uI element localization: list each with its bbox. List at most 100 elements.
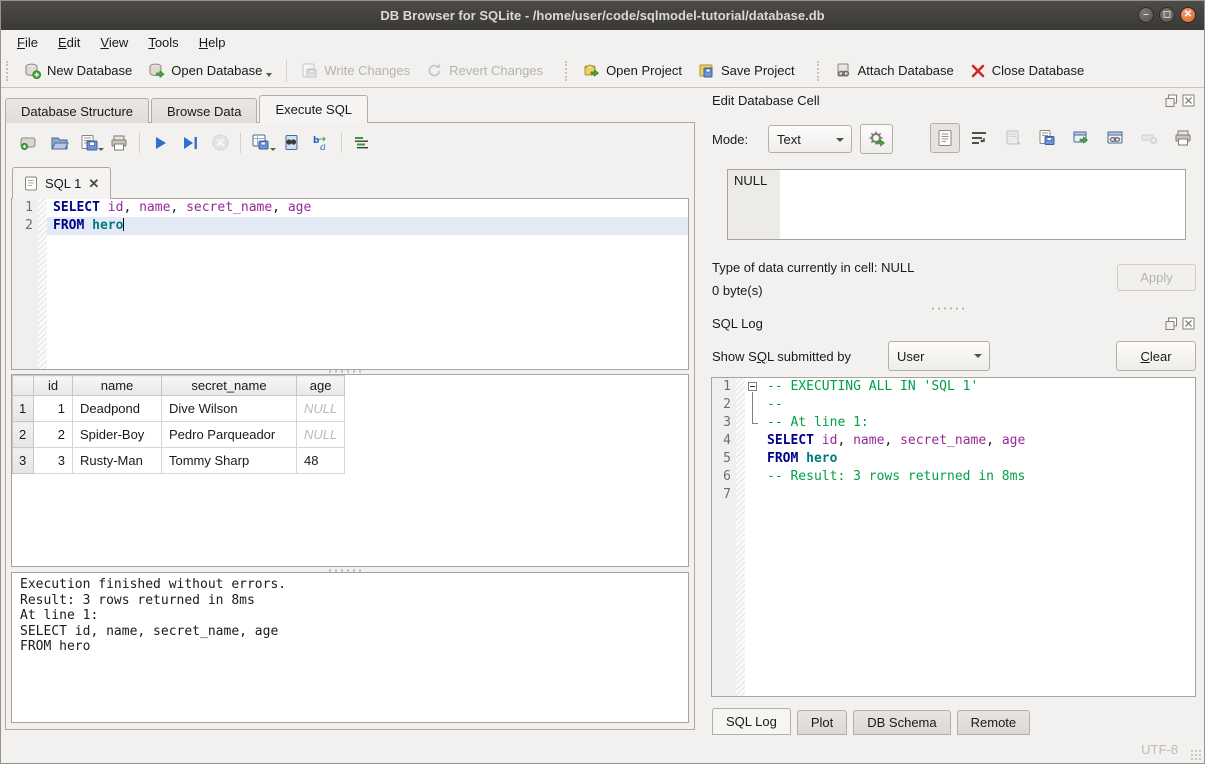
results-header-row[interactable]: idnamesecret_nameage [13,376,345,396]
mode-label: Mode: [712,132,748,147]
window-controls: – ◻ ✕ [1138,7,1196,23]
log-filter-select[interactable]: User [888,341,990,371]
edit-cell-toolbar [930,123,1198,153]
menu-help[interactable]: Help [189,32,236,53]
results-body[interactable]: 11DeadpondDive WilsonNULL22Spider-BoyPed… [13,396,345,474]
sql-toolbar-separator [341,133,342,153]
attach-database-button[interactable]: Attach Database [827,57,962,84]
menu-edit[interactable]: Edit [48,32,90,53]
execute-sql-panel: ba SQL 1 ✕ 12 SELECT id, name, secret_na… [5,122,695,730]
stop-icon [211,133,230,152]
format-sql-button[interactable] [347,129,377,156]
tab-execute-sql[interactable]: Execute SQL [259,95,368,123]
import-gear-icon [868,130,886,148]
menu-tools[interactable]: Tools [138,32,188,53]
tab-remote[interactable]: Remote [957,710,1031,735]
open-database-label: Open Database [171,63,262,78]
clear-log-label: Clear [1140,349,1171,364]
sql-editor-tab[interactable]: SQL 1 ✕ [12,167,111,199]
tab-plot[interactable]: Plot [797,710,847,735]
toolbar-drag-handle[interactable] [817,61,822,81]
editor-code-area[interactable]: SELECT id, name, secret_name, ageFROM he… [47,199,688,369]
save-as-icon [1038,129,1057,147]
tab-browse-data[interactable]: Browse Data [151,98,257,123]
toolbar-drag-handle[interactable] [565,61,570,81]
svg-text:a: a [320,142,326,152]
write-changes-button: Write Changes [293,57,418,84]
close-dock-icon[interactable] [1182,94,1195,107]
tab-sql-log[interactable]: SQL Log [712,708,791,735]
execute-current-line-button[interactable] [175,129,205,156]
stop-execution-button [205,129,235,156]
close-dock-icon[interactable] [1182,317,1195,330]
word-wrap-button[interactable] [964,123,994,153]
execute-all-icon [151,134,169,152]
word-wrap-icon [970,130,988,146]
log-filter-label: Show SQL submitted by [712,349,851,364]
link-icon [1106,129,1125,147]
close-sql-tab-icon[interactable]: ✕ [88,176,99,192]
menu-file[interactable]: File [7,32,48,53]
cell-value-editor[interactable]: NULL [727,169,1186,240]
revert-changes-button: Revert Changes [418,57,551,84]
close-icon[interactable]: ✕ [1180,7,1196,23]
sql-editor-tab-label: SQL 1 [45,176,81,191]
attach-database-label: Attach Database [858,63,954,78]
replace-icon: ba [311,134,331,152]
close-database-button[interactable]: Close Database [962,58,1093,84]
import-file-button [998,123,1028,153]
float-dock-icon[interactable] [1165,94,1178,107]
new-database-button[interactable]: New Database [16,57,140,84]
results-table[interactable]: idnamesecret_nameage 11DeadpondDive Wils… [12,375,345,474]
title-bar[interactable]: DB Browser for SQLite - /home/user/code/… [0,0,1205,30]
float-dock-icon[interactable] [1165,317,1178,330]
open-database-dropdown-icon[interactable] [266,73,272,77]
tab-db-schema[interactable]: DB Schema [853,710,950,735]
open-database-button[interactable]: Open Database [140,57,280,84]
open-database-icon [148,62,165,79]
toolbar-drag-handle[interactable] [6,61,11,81]
open-in-external-button[interactable] [1066,123,1096,153]
sql-editor[interactable]: 12 SELECT id, name, secret_name, ageFROM… [11,198,689,370]
execution-message-text: Execution finished without errors. Resul… [20,577,680,655]
find-icon [282,134,301,152]
save-sql-file-icon [80,134,99,152]
minimize-icon[interactable]: – [1138,7,1154,23]
text-mode-toggle-button[interactable] [930,123,960,153]
copy-link-button[interactable] [1100,123,1130,153]
log-filter-value: User [897,349,924,364]
save-sql-file-button[interactable] [74,129,104,156]
import-cell-data-button[interactable] [860,124,893,154]
save-project-button[interactable]: Save Project [690,57,803,84]
export-file-button[interactable] [1032,123,1062,153]
splitter-handle[interactable] [930,306,968,311]
main-tab-bar: Database Structure Browse Data Execute S… [5,95,370,123]
write-changes-label: Write Changes [324,63,410,78]
open-project-button[interactable]: Open Project [575,57,690,84]
resize-grip[interactable] [1190,749,1201,760]
menu-view[interactable]: View [90,32,138,53]
clear-log-button[interactable]: Clear [1116,341,1196,371]
open-sql-file-button[interactable] [44,129,74,156]
print-sql-button[interactable] [104,129,134,156]
log-line-numbers: 1234567 [712,378,736,696]
log-fold-margin [736,378,745,696]
new-database-icon [24,62,41,79]
replace-button[interactable]: ba [306,129,336,156]
print-cell-button[interactable] [1168,123,1198,153]
new-sql-tab-button[interactable] [14,129,44,156]
window-title: DB Browser for SQLite - /home/user/code/… [380,8,824,23]
set-null-icon [1140,130,1159,146]
tab-database-structure[interactable]: Database Structure [5,98,149,123]
find-button[interactable] [276,129,306,156]
execute-all-button[interactable] [145,129,175,156]
sql-log-view[interactable]: 1234567 -- EXECUTING ALL IN 'SQL 1'---- … [711,377,1196,697]
document-icon [937,129,953,147]
open-project-label: Open Project [606,63,682,78]
editor-line-numbers: 12 [12,199,38,369]
save-results-icon [251,133,271,152]
maximize-icon[interactable]: ◻ [1159,7,1175,23]
save-results-button[interactable] [246,129,276,156]
execution-message-area: Execution finished without errors. Resul… [11,572,689,723]
mode-select[interactable]: Text [768,125,852,153]
